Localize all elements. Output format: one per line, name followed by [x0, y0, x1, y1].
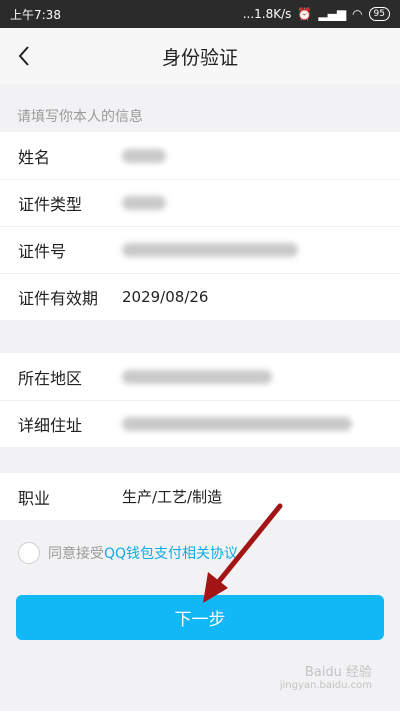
wifi-icon: ◠	[352, 7, 363, 21]
occupation-label: 职业	[18, 488, 51, 508]
region-value-blurred	[122, 369, 272, 384]
next-step-button[interactable]: 下一步	[16, 595, 384, 640]
region-row[interactable]: 所在地区	[0, 353, 400, 400]
page-header: 身份验证	[0, 28, 400, 84]
status-bar: 上午7:38 ...1.8K/s ⏰ ▂▄▆ ◠ 95	[0, 0, 400, 28]
alarm-icon: ⏰	[297, 7, 313, 21]
agreement-link[interactable]: QQ钱包支付相关协议	[104, 543, 238, 563]
personal-info-group: 姓名 证件类型 证件号 证件有效期 2029/08/26	[0, 132, 400, 320]
watermark: Baidu 经验 jingyan.baidu.com	[280, 661, 372, 691]
id-number-value-blurred	[122, 242, 298, 257]
region-label: 所在地区	[18, 368, 83, 388]
chevron-left-icon	[18, 46, 29, 66]
name-row[interactable]: 姓名	[0, 132, 400, 179]
agreement-checkbox[interactable]	[18, 542, 40, 564]
network-speed: ...1.8K/s	[242, 7, 292, 21]
id-expiry-row[interactable]: 证件有效期 2029/08/26	[0, 273, 400, 320]
id-number-row[interactable]: 证件号	[0, 226, 400, 273]
signal-icon: ▂▄▆	[318, 7, 347, 21]
page-title: 身份验证	[161, 46, 238, 69]
id-type-label: 证件类型	[18, 194, 83, 214]
agreement-prefix: 同意接受	[48, 546, 104, 562]
id-expiry-value: 2029/08/26	[122, 287, 209, 306]
id-number-label: 证件号	[18, 241, 67, 261]
back-button[interactable]	[8, 40, 40, 72]
occupation-row[interactable]: 职业 生产/工艺/制造	[0, 473, 400, 520]
id-expiry-label: 证件有效期	[18, 288, 99, 308]
status-time: 上午7:38	[10, 7, 61, 22]
address-group: 所在地区 详细住址	[0, 353, 400, 447]
address-label: 详细住址	[18, 415, 83, 435]
occupation-value: 生产/工艺/制造	[122, 488, 223, 506]
watermark-url: jingyan.baidu.com	[279, 680, 372, 691]
watermark-logo: Baidu 经验	[304, 665, 372, 680]
name-label: 姓名	[18, 147, 51, 167]
battery-icon: 95	[368, 7, 390, 21]
status-icons: ...1.8K/s ⏰ ▂▄▆ ◠ 95	[243, 7, 390, 21]
address-value-blurred	[122, 416, 352, 431]
agreement-row: 同意接受 QQ钱包支付相关协议	[0, 542, 400, 564]
id-type-value-blurred	[122, 195, 166, 210]
name-value-blurred	[122, 148, 166, 163]
address-row[interactable]: 详细住址	[0, 400, 400, 447]
occupation-group: 职业 生产/工艺/制造	[0, 473, 400, 520]
id-type-row[interactable]: 证件类型	[0, 179, 400, 226]
section-hint: 请填写你本人的信息	[17, 109, 143, 125]
